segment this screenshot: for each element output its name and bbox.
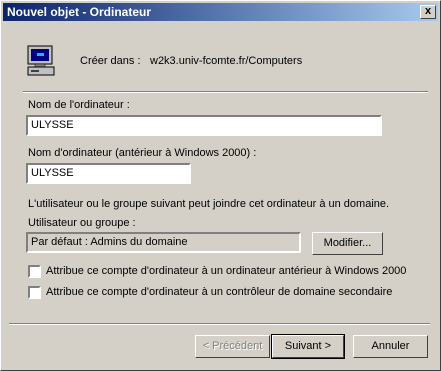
cancel-button[interactable]: Annuler	[353, 335, 428, 358]
pre2000-checkbox[interactable]	[28, 265, 41, 278]
join-info-text: L'utilisateur ou le groupe suivant peut …	[28, 198, 390, 210]
next-button[interactable]: Suivant >	[271, 334, 345, 359]
modify-button[interactable]: Modifier...	[312, 232, 383, 255]
bdc-checkbox[interactable]	[28, 286, 41, 299]
user-group-label: Utilisateur ou groupe :	[28, 217, 136, 229]
create-in-label: Créer dans :	[80, 55, 141, 67]
pre2000-checkbox-label[interactable]: Attribue ce compte d'ordinateur à un ord…	[46, 265, 406, 277]
close-button[interactable]: x	[420, 5, 436, 19]
back-button[interactable]: < Précédent	[195, 335, 270, 358]
bdc-checkbox-label[interactable]: Attribue ce compte d'ordinateur à un con…	[46, 286, 392, 298]
title-bar: Nouvel objet - Ordinateur x	[3, 3, 438, 21]
computer-icon	[27, 45, 55, 76]
netbios-name-label: Nom d'ordinateur (antérieur à Windows 20…	[28, 147, 257, 159]
netbios-name-input[interactable]: ULYSSE	[26, 163, 191, 184]
create-in-path: w2k3.univ-fcomte.fr/Computers	[150, 55, 303, 67]
computer-name-input[interactable]: ULYSSE	[26, 115, 382, 136]
separator-bottom	[9, 323, 430, 325]
separator-top	[23, 91, 428, 93]
user-group-field: Par défaut : Admins du domaine	[26, 232, 301, 253]
window-title: Nouvel objet - Ordinateur	[7, 5, 152, 19]
computer-name-label: Nom de l'ordinateur :	[28, 99, 130, 111]
dialog-window: Nouvel objet - Ordinateur x Créer dans :…	[0, 0, 441, 371]
